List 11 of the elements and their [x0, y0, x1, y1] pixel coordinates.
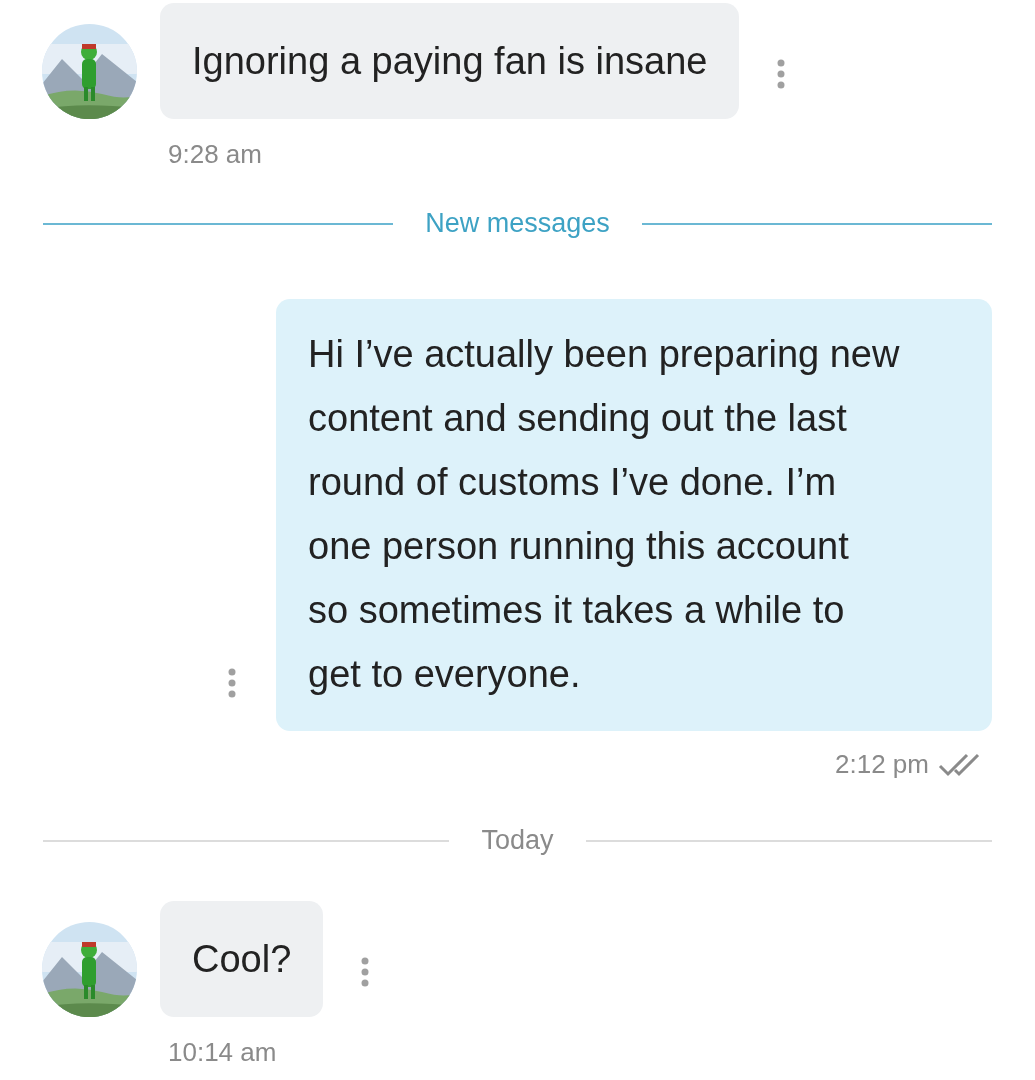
message-bubble: Ignoring a paying fan is insane — [160, 3, 740, 119]
more-options-icon[interactable] — [228, 668, 236, 698]
more-options-icon[interactable] — [777, 58, 786, 89]
message-bubble: Cool? — [160, 901, 324, 1017]
more-options-icon[interactable] — [361, 956, 370, 987]
date-divider-label: Today — [481, 825, 554, 856]
date-divider-label: New messages — [425, 208, 610, 239]
message-time: 9:28 am — [167, 139, 263, 170]
message-bubble: Hi I’ve actually been preparing new content and sending out the last round of customs I’ve done. I’m one person running this account so sometimes it takes a while to get to everyone. — [276, 299, 992, 731]
message-time: 2:12 pm — [835, 749, 929, 780]
message-time: 10:14 am — [167, 1037, 278, 1068]
